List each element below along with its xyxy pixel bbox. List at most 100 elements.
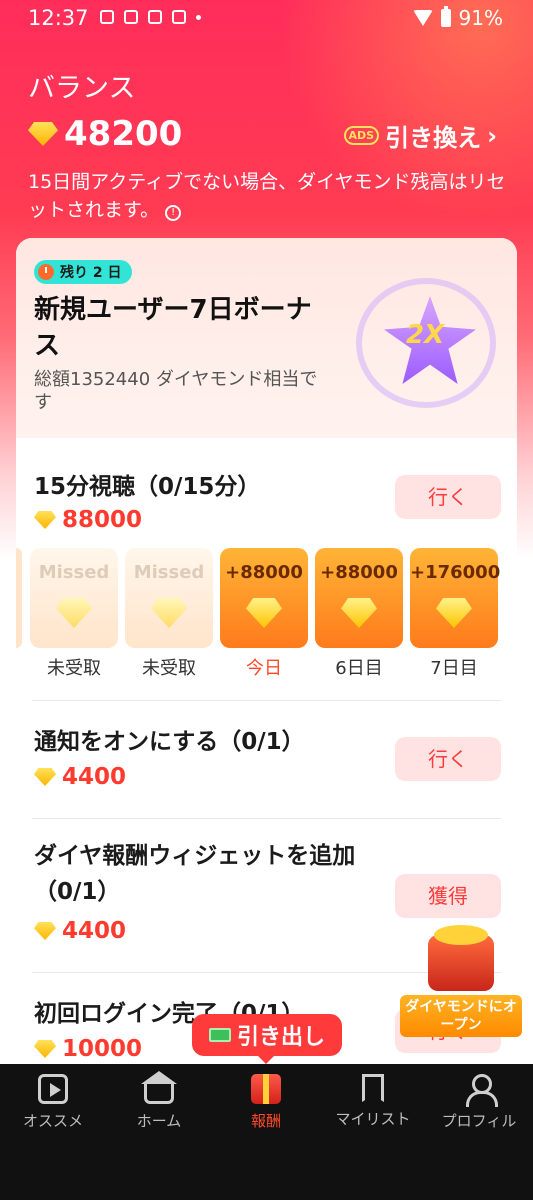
app-notification-icon: [148, 10, 162, 24]
daily-reward-strip[interactable]: Missed 未受取 Missed 未受取 +88000 今日 +88000 6…: [16, 548, 517, 683]
diamond-icon: [56, 598, 92, 628]
task-watch-15min: 15分視聴（0/15分） 88000 行く: [16, 463, 517, 543]
diamond-icon: [436, 598, 472, 628]
nav-item-profile[interactable]: プロフィル: [426, 1072, 532, 1131]
nav-label: ホーム: [136, 1112, 182, 1130]
diamond-icon: [34, 511, 56, 529]
chevron-right-icon: ›: [487, 121, 497, 150]
chest-label: ダイヤモンドにオープン: [400, 995, 522, 1037]
day-box: +176000: [410, 548, 501, 648]
day-card-7: +176000 7日目: [410, 548, 501, 680]
diamond-icon: [28, 122, 58, 146]
balance-reset-notice: 15日間アクティブでない場合、ダイヤモンド残高はリセットされます。 !: [28, 168, 508, 224]
youtube-notification-icon: [172, 10, 186, 24]
day-value: +88000: [225, 562, 303, 583]
bonus-subtitle: 総額1352440 ダイヤモンド相当です: [34, 369, 318, 413]
task-reward: 4400: [34, 918, 126, 944]
diamond-icon: [34, 1040, 56, 1058]
task-title: 通知をオンにする（0/1）: [34, 729, 305, 755]
task-reward-amount: 88000: [62, 507, 143, 533]
diamond-icon: [34, 922, 56, 940]
more-notifications-dot-icon: [196, 14, 201, 20]
previous-day-card-edge: [16, 548, 22, 648]
treasure-chest-widget[interactable]: ダイヤモンドにオープン: [400, 925, 522, 1037]
day-card-today[interactable]: +88000 今日: [220, 548, 308, 680]
day-label: 6日目: [335, 658, 383, 679]
divider: [32, 700, 501, 701]
nav-label: オススメ: [22, 1112, 83, 1130]
day-label: 未受取: [142, 658, 196, 679]
wifi-icon: [412, 10, 433, 26]
cash-icon: [208, 1028, 231, 1042]
day-card-missed: Missed 未受取: [125, 548, 213, 680]
app-notification-icon: [100, 10, 114, 24]
day-value: Missed: [133, 562, 205, 583]
nav-item-home[interactable]: ホーム: [106, 1071, 212, 1131]
ads-badge-icon: ADS: [343, 126, 380, 145]
withdraw-button[interactable]: 引き出し: [192, 1014, 342, 1064]
task-title: ダイヤ報酬ウィジェットを追加（0/1）: [34, 843, 356, 905]
balance-amount-row: 48200: [28, 114, 182, 154]
double-star-illustration: 2X: [346, 276, 506, 416]
nav-item-rewards[interactable]: 報酬: [213, 1072, 319, 1131]
days-left-text: 残り 2 日: [60, 265, 122, 281]
divider: [32, 818, 501, 819]
info-icon[interactable]: !: [165, 205, 182, 221]
task-title: 15分視聴（0/15分）: [34, 474, 261, 500]
diamond-icon: [246, 598, 282, 628]
exchange-button[interactable]: ADS 引き換え ›: [343, 118, 497, 153]
day-value: +88000: [320, 562, 398, 583]
day-box: +88000: [220, 548, 308, 648]
exchange-label: 引き換え: [385, 124, 482, 152]
bookmark-icon: [362, 1074, 384, 1102]
task-reward-amount: 10000: [62, 1036, 143, 1062]
balance-amount: 48200: [64, 114, 183, 154]
person-icon: [464, 1074, 498, 1107]
nav-label: 報酬: [250, 1112, 281, 1130]
withdraw-label: 引き出し: [236, 1025, 325, 1050]
treasure-chest-icon: [428, 925, 494, 991]
nav-item-mylist[interactable]: マイリスト: [320, 1072, 426, 1129]
task-reward: 4400: [34, 764, 126, 790]
nav-label: プロフィル: [441, 1112, 517, 1130]
home-icon: [141, 1071, 177, 1104]
battery-percent: 91%: [458, 6, 503, 30]
balance-label: バランス: [28, 73, 136, 104]
diamond-icon: [341, 598, 377, 628]
status-time: 12:37: [28, 6, 89, 30]
day-box: Missed: [125, 548, 213, 648]
go-button[interactable]: 行く: [395, 475, 501, 519]
nav-label: マイリスト: [335, 1110, 411, 1128]
task-reward-amount: 4400: [62, 918, 127, 944]
status-bar: 12:37 91%: [0, 0, 533, 36]
battery-icon: [440, 6, 451, 27]
day-box: +88000: [315, 548, 403, 648]
new-user-bonus-banner[interactable]: 残り 2 日 新規ユーザー7日ボーナス 総額1352440 ダイヤモンド相当です…: [16, 238, 517, 438]
diamond-icon: [151, 598, 187, 628]
tiktok-notification-icon: [124, 10, 138, 24]
day-value: +176000: [410, 562, 501, 583]
day-label: 未受取: [47, 658, 101, 679]
claim-button[interactable]: 獲得: [395, 874, 501, 918]
alarm-clock-icon: [38, 264, 54, 280]
days-left-badge: 残り 2 日: [34, 260, 132, 284]
status-right: 91%: [412, 6, 503, 30]
multiplier-label: 2X: [406, 320, 445, 350]
go-button[interactable]: 行く: [395, 737, 501, 781]
notification-icons: [100, 10, 201, 24]
day-box: Missed: [30, 548, 118, 648]
day-value: Missed: [38, 562, 110, 583]
gift-icon: [251, 1074, 281, 1104]
day-card-missed: Missed 未受取: [30, 548, 118, 680]
task-reward: 10000: [34, 1036, 142, 1062]
diamond-icon: [34, 768, 56, 786]
nav-item-recommended[interactable]: オススメ: [0, 1072, 106, 1131]
play-icon: [38, 1074, 68, 1104]
bonus-title: 新規ユーザー7日ボーナス: [34, 295, 312, 361]
bottom-navigation: オススメ ホーム 報酬 マイリスト プロフィル: [0, 1064, 533, 1200]
day-label: 7日目: [430, 658, 478, 679]
task-reward: 88000: [34, 507, 142, 533]
day-label: 今日: [246, 658, 282, 679]
notice-text: 15日間アクティブでない場合、ダイヤモンド残高はリセットされます。: [28, 171, 506, 221]
task-enable-notifications: 通知をオンにする（0/1） 4400 行く: [16, 722, 517, 802]
